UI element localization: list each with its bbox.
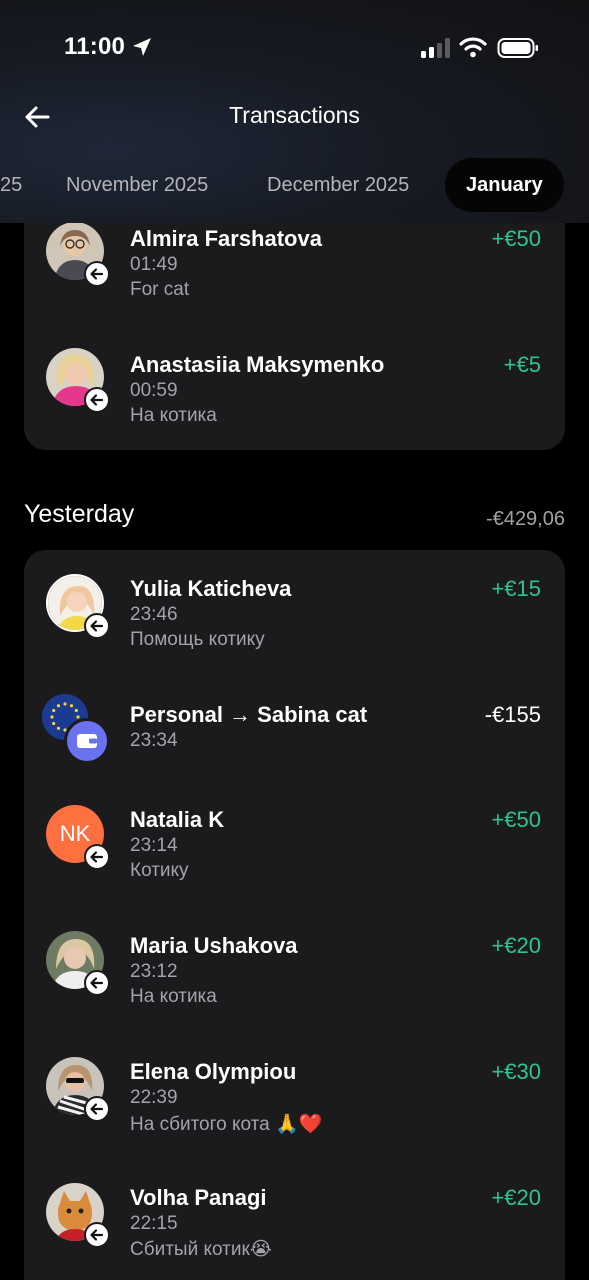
tab-month-november[interactable]: November 2025 — [66, 158, 208, 212]
wallet-icon — [64, 718, 110, 764]
transaction-time: 23:46 — [130, 604, 178, 625]
transaction-name: Elena Olympiou — [130, 1059, 297, 1084]
avatar-container — [46, 931, 110, 996]
tab-month-previous[interactable]: 25 — [0, 158, 22, 212]
header-area: 11:00 Transactions 25 November 2025 Dece… — [0, 0, 589, 223]
transaction-time: 23:14 — [130, 835, 178, 856]
transaction-time: 23:12 — [130, 961, 178, 982]
transaction-name: Natalia K — [130, 807, 225, 832]
transaction-note: Котику — [130, 860, 189, 881]
incoming-arrow-icon — [84, 970, 110, 996]
battery-icon — [497, 38, 538, 58]
incoming-arrow-icon — [84, 1096, 110, 1122]
transaction-time: 01:49 — [130, 254, 178, 275]
tab-month-january[interactable]: January — [445, 158, 564, 212]
tab-month-december[interactable]: December 2025 — [267, 158, 409, 212]
transaction-note: Сбитый котик😭 — [130, 1239, 272, 1260]
transaction-row[interactable]: Volha Panagi 22:15 Сбитый котик😭 +€20 — [24, 1183, 565, 1280]
transaction-row[interactable]: Anastasiia Maksymenko 00:59 На котика +€… — [24, 348, 565, 448]
transaction-row[interactable]: Yulia Katicheva 23:46 Помощь котику +€15 — [24, 574, 565, 684]
transaction-name: Maria Ushakova — [130, 933, 298, 958]
location-arrow-icon — [133, 38, 151, 56]
transaction-time: 00:59 — [130, 380, 178, 401]
signal-icon — [421, 38, 450, 58]
transaction-time: 22:15 — [130, 1213, 178, 1234]
transaction-amount: +€15 — [491, 576, 541, 601]
transaction-row[interactable]: Maria Ushakova 23:12 На котика +€20 — [24, 931, 565, 1041]
transaction-row[interactable]: Almira Farshatova 01:49 For cat +€50 — [24, 222, 565, 332]
transaction-note: На сбитого кота 🙏❤️ — [130, 1114, 323, 1135]
avatar-container — [46, 574, 110, 639]
incoming-arrow-icon — [84, 613, 110, 639]
section-title-yesterday: Yesterday — [24, 500, 135, 528]
transaction-note: На котика — [130, 986, 217, 1007]
avatar-container — [46, 348, 110, 413]
transaction-amount: -€155 — [484, 702, 541, 727]
transaction-note: For cat — [130, 279, 190, 300]
transaction-name: Volha Panagi — [130, 1185, 267, 1210]
avatar-container: NK — [46, 805, 110, 870]
transaction-note: Помощь котику — [130, 629, 265, 650]
transaction-row[interactable]: NK Natalia K 23:14 Котику +€50 — [24, 805, 565, 915]
avatar-container — [46, 1183, 110, 1248]
transaction-amount: +€20 — [491, 1185, 541, 1210]
transaction-amount: +€50 — [491, 807, 541, 832]
transaction-time: 23:34 — [130, 730, 178, 751]
transactions-card-yesterday: Yulia Katicheva 23:46 Помощь котику +€15 — [24, 550, 565, 1280]
transaction-name: Personal → Sabina cat — [130, 702, 368, 727]
navigation-bar: Transactions — [0, 92, 589, 142]
transaction-time: 22:39 — [130, 1087, 178, 1108]
incoming-arrow-icon — [84, 844, 110, 870]
month-tabs: 25 November 2025 December 2025 January — [0, 158, 589, 212]
status-time: 11:00 — [64, 33, 126, 60]
transaction-amount: +€5 — [503, 352, 541, 377]
transaction-note: На котика — [130, 405, 217, 426]
transactions-screen: 11:00 Transactions 25 November 2025 Dece… — [0, 0, 589, 1280]
transaction-row[interactable]: Personal → Sabina cat 23:34 -€155 — [24, 694, 565, 790]
transaction-amount: +€50 — [491, 226, 541, 251]
transaction-name: Almira Farshatova — [130, 226, 322, 251]
incoming-arrow-icon — [84, 387, 110, 413]
avatar-container — [46, 1057, 110, 1122]
transaction-name: Anastasiia Maksymenko — [130, 352, 385, 377]
status-bar: 11:00 — [0, 0, 589, 96]
transaction-amount: +€20 — [491, 933, 541, 958]
page-title: Transactions — [229, 102, 360, 128]
transaction-row[interactable]: Elena Olympiou 22:39 На сбитого кота 🙏❤️… — [24, 1057, 565, 1167]
incoming-arrow-icon — [84, 1222, 110, 1248]
avatar-container — [46, 222, 110, 287]
transaction-amount: +€30 — [491, 1059, 541, 1084]
incoming-arrow-icon — [84, 261, 110, 287]
avatar-container — [42, 694, 110, 764]
transaction-name: Yulia Katicheva — [130, 576, 292, 601]
section-total: -€429,06 — [486, 508, 565, 530]
wifi-icon — [459, 37, 487, 58]
